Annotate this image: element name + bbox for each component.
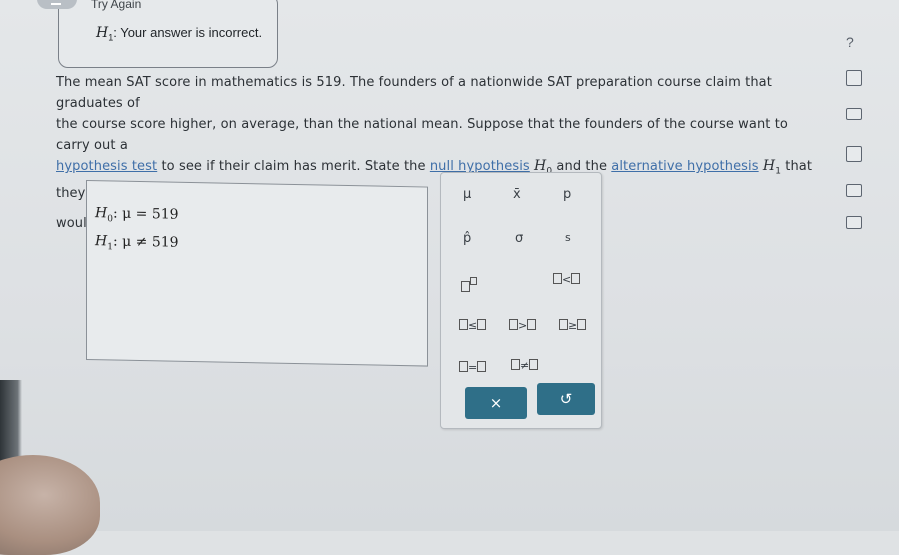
feedback-hypothesis-symbol: H — [96, 25, 109, 41]
box-icon — [527, 319, 537, 330]
question-line-2: the course score higher, on average, tha… — [56, 117, 788, 153]
calculator-icon[interactable] — [846, 70, 862, 86]
clear-button[interactable]: × — [465, 387, 527, 419]
link-alternative-hypothesis[interactable]: alternative hypothesis — [611, 159, 758, 174]
box-icon — [477, 319, 487, 330]
key-superscript[interactable] — [461, 277, 477, 294]
box-icon — [470, 277, 477, 285]
textbook-icon[interactable] — [846, 146, 862, 162]
box-icon — [459, 361, 468, 372]
key-greater-equal[interactable]: ≥ — [559, 319, 587, 332]
key-s[interactable]: s — [565, 231, 571, 244]
key-less-equal[interactable]: ≤ — [459, 319, 487, 332]
alt-symbol: H — [762, 158, 776, 174]
box-icon — [461, 281, 470, 292]
answer-h0: H0: μ = 519 — [95, 205, 179, 225]
question-line-3-a: to see if their claim has merit. State t… — [157, 159, 430, 174]
help-icon[interactable]: ? — [846, 34, 854, 50]
key-greater-equal-symbol: ≥ — [568, 319, 578, 332]
symbol-keypad: μ x̄ p p̂ σ s < ≤ > ≥ = ≠ × ↺ — [440, 172, 602, 429]
answer-h1: H1: μ ≠ 519 — [95, 233, 179, 253]
box-icon — [553, 273, 562, 284]
message-icon[interactable] — [846, 216, 862, 229]
feedback-message-text: : Your answer is incorrect. — [113, 25, 263, 40]
answer-h1-expr: : μ ≠ 519 — [112, 233, 179, 251]
page: Try Again H1: Your answer is incorrect. … — [0, 0, 899, 555]
answer-h0-expr: : μ = 519 — [112, 205, 179, 223]
key-less-than-symbol: < — [562, 273, 572, 286]
key-not-equal-symbol: ≠ — [520, 359, 530, 372]
key-xbar[interactable]: x̄ — [513, 187, 521, 202]
feedback-icon — [37, 0, 77, 9]
key-less-than[interactable]: < — [553, 273, 581, 286]
feedback-panel: Try Again H1: Your answer is incorrect. — [37, 0, 278, 68]
play-video-icon[interactable] — [846, 108, 862, 120]
key-phat[interactable]: p̂ — [463, 231, 471, 246]
box-icon — [571, 273, 581, 284]
key-equal[interactable]: = — [459, 361, 487, 374]
box-icon — [509, 319, 518, 330]
question-line-1: The mean SAT score in mathematics is 519… — [56, 75, 772, 111]
key-greater-than[interactable]: > — [509, 319, 537, 332]
key-equal-symbol: = — [468, 361, 478, 374]
finger-occlusion — [0, 455, 100, 555]
box-icon — [459, 319, 468, 330]
key-less-equal-symbol: ≤ — [468, 319, 478, 332]
answer-h0-symbol: H — [95, 205, 108, 222]
box-icon — [477, 361, 487, 372]
font-size-icon[interactable] — [846, 184, 862, 197]
feedback-title: Try Again — [91, 0, 142, 11]
key-sigma[interactable]: σ — [515, 231, 523, 246]
key-not-equal[interactable]: ≠ — [511, 359, 539, 372]
box-icon — [559, 319, 568, 330]
key-mu[interactable]: μ — [463, 187, 471, 202]
answer-box[interactable]: H0: μ = 519 H1: μ ≠ 519 — [86, 180, 428, 367]
box-icon — [577, 319, 587, 330]
box-icon — [511, 359, 520, 370]
answer-h1-symbol: H — [95, 233, 108, 250]
link-hypothesis-test[interactable]: hypothesis test — [56, 159, 157, 174]
key-greater-than-symbol: > — [518, 319, 528, 332]
key-p[interactable]: p — [563, 187, 571, 202]
feedback-message: H1: Your answer is incorrect. — [96, 25, 262, 43]
undo-button[interactable]: ↺ — [537, 383, 595, 415]
box-icon — [529, 359, 539, 370]
